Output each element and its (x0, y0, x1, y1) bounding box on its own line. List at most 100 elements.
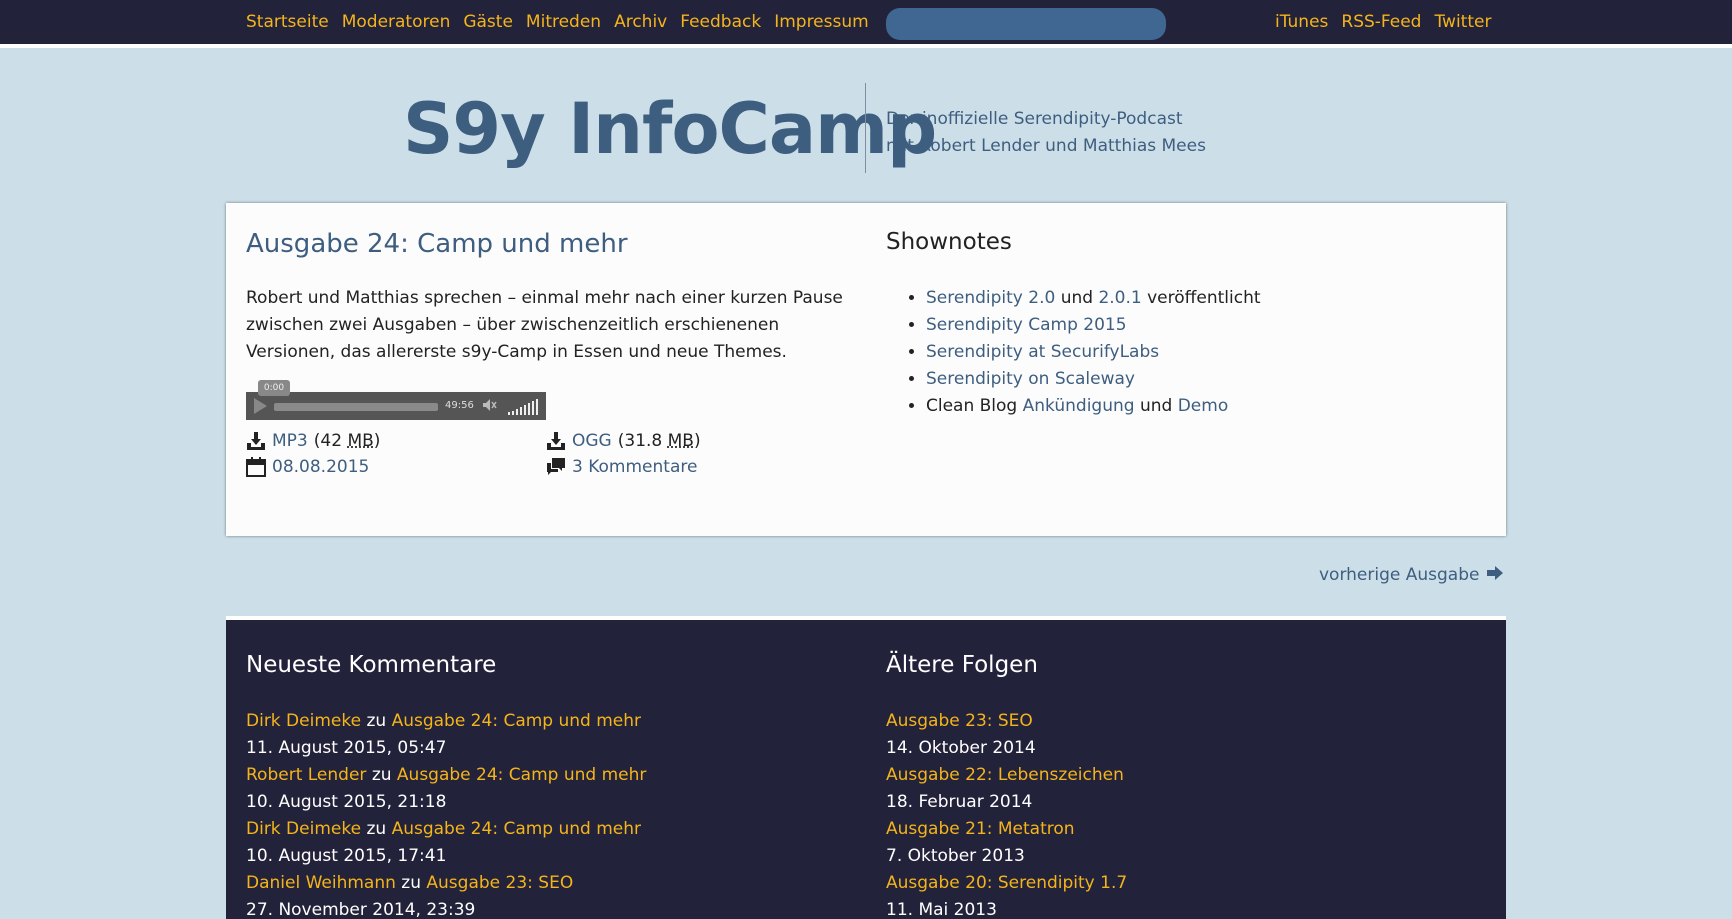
connector-text: zu (401, 873, 421, 893)
shownote-text: veröffentlicht (1147, 288, 1260, 308)
nav-feedback[interactable]: Feedback (680, 12, 761, 32)
comment-post[interactable]: Ausgabe 24: Camp und mehr (397, 765, 646, 785)
ogg-link[interactable]: OGG (572, 431, 612, 451)
older-episode-date: 11. Mai 2013 (886, 897, 1127, 919)
shownotes-title: Shownotes (886, 229, 1012, 255)
list-item: Robert Lender zu Ausgabe 24: Camp und me… (246, 762, 646, 789)
mp3-download: MP3 (42 MB) (246, 431, 380, 451)
shownote-text: Clean Blog (926, 396, 1017, 416)
nav-startseite[interactable]: Startseite (246, 12, 329, 32)
shownote-link[interactable]: Ankündigung (1023, 396, 1135, 416)
episode-description: Robert und Matthias sprechen – einmal me… (246, 285, 846, 366)
recent-comments-title: Neueste Kommentare (246, 652, 496, 678)
mp3-link[interactable]: MP3 (272, 431, 308, 451)
list-item: Dirk Deimeke zu Ausgabe 24: Camp und meh… (246, 708, 646, 735)
comment-date: 10. August 2015, 21:18 (246, 789, 646, 816)
comments-icon (546, 457, 566, 477)
list-item: Serendipity at SecurifyLabs (926, 339, 1261, 366)
shownote-link[interactable]: Demo (1178, 396, 1229, 416)
older-episode-date: 14. Oktober 2014 (886, 735, 1127, 762)
comment-post[interactable]: Ausgabe 24: Camp und mehr (392, 819, 641, 839)
list-item: Dirk Deimeke zu Ausgabe 24: Camp und meh… (246, 816, 646, 843)
download-icon (246, 431, 266, 451)
nav-archiv[interactable]: Archiv (614, 12, 667, 32)
comment-post[interactable]: Ausgabe 23: SEO (426, 873, 573, 893)
progress-track[interactable] (274, 403, 438, 411)
nav-moderatoren[interactable]: Moderatoren (342, 12, 451, 32)
nav-mitreden[interactable]: Mitreden (526, 12, 601, 32)
footer-section: Neueste Kommentare Dirk Deimeke zu Ausga… (226, 616, 1506, 919)
comment-date: 10. August 2015, 17:41 (246, 843, 646, 870)
episode-date: 08.08.2015 (246, 457, 369, 477)
comment-author[interactable]: Dirk Deimeke (246, 711, 361, 731)
shownotes-list: Serendipity 2.0 und 2.0.1 veröffentlicht… (926, 285, 1261, 420)
connector-text: zu (366, 819, 386, 839)
shownote-text: und (1140, 396, 1172, 416)
tagline-line-1: Der inoffizielle Serendipity-Podcast (886, 106, 1206, 133)
calendar-icon (246, 457, 266, 477)
shownote-link[interactable]: Serendipity on Scaleway (926, 369, 1135, 389)
list-item: Serendipity on Scaleway (926, 366, 1261, 393)
comment-author[interactable]: Robert Lender (246, 765, 366, 785)
list-item: Clean Blog Ankündigung und Demo (926, 393, 1261, 420)
duration: 49:56 (445, 400, 474, 411)
list-item: Ausgabe 22: Lebenszeichen (886, 762, 1127, 789)
feed-nav: iTunes RSS-Feed Twitter (1275, 12, 1491, 32)
comment-date: 11. August 2015, 05:47 (246, 735, 646, 762)
shownote-text: und (1061, 288, 1093, 308)
list-item: Ausgabe 23: SEO (886, 708, 1127, 735)
comments-link[interactable]: 3 Kommentare (572, 457, 697, 477)
date-link[interactable]: 08.08.2015 (272, 457, 369, 477)
volume-icon[interactable] (482, 398, 498, 416)
list-item: Ausgabe 20: Serendipity 1.7 (886, 870, 1127, 897)
connector-text: zu (372, 765, 392, 785)
comment-post[interactable]: Ausgabe 24: Camp und mehr (392, 711, 641, 731)
download-icon (546, 431, 566, 451)
older-episode-date: 18. Februar 2014 (886, 789, 1127, 816)
ogg-download: OGG (31.8 MB) (546, 431, 701, 451)
older-episodes-list: Ausgabe 23: SEO 14. Oktober 2014 Ausgabe… (886, 708, 1127, 919)
older-episode-date: 7. Oktober 2013 (886, 843, 1127, 870)
list-item: Serendipity 2.0 und 2.0.1 veröffentlicht (926, 285, 1261, 312)
older-episode-link[interactable]: Ausgabe 22: Lebenszeichen (886, 765, 1124, 785)
play-icon[interactable] (254, 398, 267, 414)
episode-title[interactable]: Ausgabe 24: Camp und mehr (246, 229, 628, 259)
comment-date: 27. November 2014, 23:39 (246, 897, 646, 919)
top-bar: Startseite Moderatoren Gäste Mitreden Ar… (0, 0, 1732, 48)
connector-text: zu (366, 711, 386, 731)
arrow-right-icon (1487, 565, 1503, 585)
shownote-link[interactable]: Serendipity 2.0 (926, 288, 1055, 308)
audio-player[interactable]: 0:00 49:56 (246, 392, 546, 420)
list-item: Serendipity Camp 2015 (926, 312, 1261, 339)
older-episode-link[interactable]: Ausgabe 20: Serendipity 1.7 (886, 873, 1127, 893)
recent-comments-list: Dirk Deimeke zu Ausgabe 24: Camp und meh… (246, 708, 646, 919)
shownote-link[interactable]: Serendipity at SecurifyLabs (926, 342, 1159, 362)
previous-episode-label: vorherige Ausgabe (1319, 565, 1479, 585)
tagline-line-2: mit Robert Lender und Matthias Mees (886, 133, 1206, 160)
site-title[interactable]: S9y InfoCamp (403, 88, 936, 170)
older-episodes-title: Ältere Folgen (886, 652, 1038, 678)
nav-impressum[interactable]: Impressum (774, 12, 869, 32)
ogg-size: (31.8 MB) (618, 431, 701, 451)
list-item: Ausgabe 21: Metatron (886, 816, 1127, 843)
header-divider (865, 83, 866, 173)
nav-itunes[interactable]: iTunes (1275, 12, 1328, 32)
nav-gaeste[interactable]: Gäste (463, 12, 513, 32)
older-episode-link[interactable]: Ausgabe 21: Metatron (886, 819, 1075, 839)
shownote-link[interactable]: Serendipity Camp 2015 (926, 315, 1127, 335)
episode-comments: 3 Kommentare (546, 457, 697, 477)
older-episode-link[interactable]: Ausgabe 23: SEO (886, 711, 1033, 731)
nav-rss-feed[interactable]: RSS-Feed (1341, 12, 1421, 32)
episode-card: Ausgabe 24: Camp und mehr Robert und Mat… (226, 203, 1506, 536)
search-input[interactable] (886, 8, 1166, 40)
mp3-size: (42 MB) (314, 431, 381, 451)
current-time: 0:00 (258, 380, 290, 396)
comment-author[interactable]: Daniel Weihmann (246, 873, 396, 893)
volume-slider[interactable] (508, 399, 538, 415)
list-item: Daniel Weihmann zu Ausgabe 23: SEO (246, 870, 646, 897)
main-nav: Startseite Moderatoren Gäste Mitreden Ar… (246, 12, 869, 32)
nav-twitter[interactable]: Twitter (1434, 12, 1491, 32)
shownote-link[interactable]: 2.0.1 (1098, 288, 1141, 308)
previous-episode-link[interactable]: vorherige Ausgabe (1319, 565, 1503, 585)
comment-author[interactable]: Dirk Deimeke (246, 819, 361, 839)
